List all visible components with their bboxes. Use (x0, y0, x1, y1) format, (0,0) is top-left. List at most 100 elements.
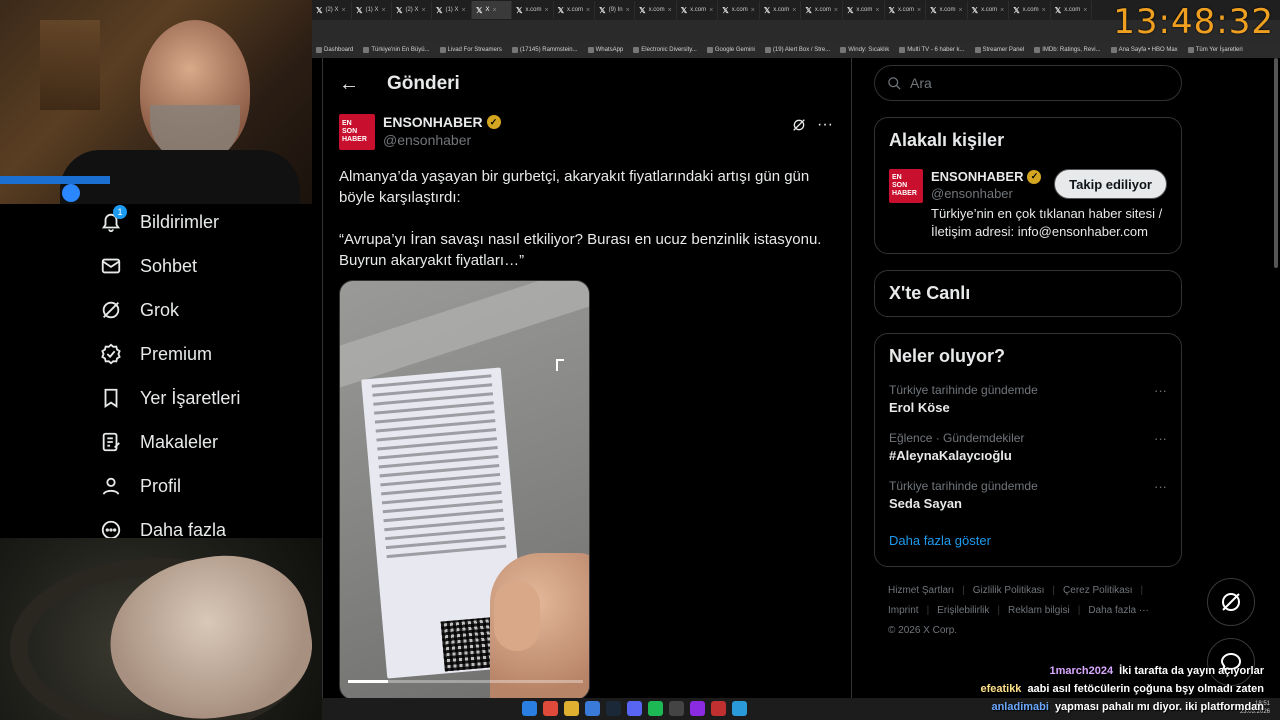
browser-tab[interactable]: 𝕏 (9) In × (595, 1, 636, 19)
tab-close-icon[interactable]: × (492, 7, 496, 14)
footer-link[interactable]: Imprint (888, 601, 919, 621)
tab-close-icon[interactable]: × (626, 7, 630, 14)
trend-more-icon[interactable]: ··· (1154, 383, 1167, 398)
trend-item[interactable]: Türkiye tarihinde gündemde Erol Köse ··· (889, 383, 1167, 415)
tab-close-icon[interactable]: × (421, 7, 425, 14)
app-icon[interactable] (732, 701, 747, 716)
tab-close-icon[interactable]: × (381, 7, 385, 14)
browser-tab[interactable]: 𝕏x.com × (554, 1, 596, 19)
grok-fab-button[interactable] (1207, 578, 1255, 626)
browser-tab[interactable]: 𝕏x.com × (760, 1, 802, 19)
bookmark-item[interactable]: WhatsApp (587, 47, 623, 53)
page-scrollbar[interactable] (1274, 58, 1278, 268)
tab-close-icon[interactable]: × (544, 7, 548, 14)
chrome-icon[interactable] (543, 701, 558, 716)
browser-tab[interactable]: 𝕏x.com × (1009, 1, 1051, 19)
tab-close-icon[interactable]: × (875, 7, 879, 14)
trend-more-icon[interactable]: ··· (1154, 431, 1167, 446)
browser-tab[interactable]: 𝕏x.com × (885, 1, 927, 19)
author-handle[interactable]: @ensonhaber (383, 132, 501, 148)
tab-close-icon[interactable]: × (1083, 7, 1087, 14)
browser-tab[interactable]: 𝕏x.com × (635, 1, 677, 19)
footer-link[interactable]: Hizmet Şartları (888, 581, 954, 601)
tab-close-icon[interactable]: × (792, 7, 796, 14)
grok-explain-icon[interactable] (791, 117, 807, 133)
footer-link[interactable]: Gizlilik Politikası (973, 581, 1045, 601)
back-arrow-icon[interactable]: ← (339, 73, 359, 96)
bookmark-item[interactable]: Livad For Streamers (439, 47, 502, 53)
spotify-icon[interactable] (648, 701, 663, 716)
sidebar-item-articles[interactable]: Makaleler (90, 420, 322, 464)
browser-tab[interactable]: 𝕏x.com × (968, 1, 1010, 19)
footer-link[interactable]: Erişilebilirlik (937, 601, 989, 621)
trend-item[interactable]: Türkiye tarihinde gündemde Seda Sayan ··… (889, 479, 1167, 511)
browser-tab[interactable]: 𝕏 (2) X × (312, 1, 352, 19)
footer-link[interactable]: Daha fazla ··· (1088, 601, 1149, 621)
bookmark-item[interactable]: Türkiye'nin En Büyü... (363, 47, 430, 53)
following-button[interactable]: Takip ediliyor (1054, 169, 1167, 199)
tab-close-icon[interactable]: × (1042, 7, 1046, 14)
bookmark-item[interactable]: Multi TV - 6 haber k... (899, 47, 965, 53)
bookmark-item[interactable]: (19) Alert Box / Stre... (764, 47, 830, 53)
footer-link[interactable]: Çerez Politikası (1063, 581, 1132, 601)
sidebar-item-profile[interactable]: Profil (90, 464, 322, 508)
post-video[interactable] (339, 280, 590, 698)
browser-tab[interactable]: 𝕏 (1) X × (432, 1, 472, 19)
discord-icon[interactable] (627, 701, 642, 716)
sidebar-item-chat[interactable]: Sohbet (90, 244, 322, 288)
ensonhaber-logo[interactable]: EN SON HABER (339, 114, 375, 150)
windows-start-icon[interactable] (522, 701, 537, 716)
tab-close-icon[interactable]: × (586, 7, 590, 14)
steam-icon[interactable] (606, 701, 621, 716)
browser-tab[interactable]: 𝕏x.com × (677, 1, 719, 19)
show-more-link[interactable]: Daha fazla göster (889, 533, 1167, 548)
browser-tab[interactable]: 𝕏x.com × (926, 1, 968, 19)
browser-tab[interactable]: 𝕏x.com × (1051, 1, 1093, 19)
bookmark-item[interactable]: Tüm Yer İşaretleri (1187, 47, 1243, 53)
app-icon[interactable] (711, 701, 726, 716)
tab-close-icon[interactable]: × (834, 7, 838, 14)
file-explorer-icon[interactable] (564, 701, 579, 716)
browser-tab[interactable]: 𝕏x.com × (801, 1, 843, 19)
stream-clock: 13:48:32 (1113, 2, 1274, 42)
tab-close-icon[interactable]: × (917, 7, 921, 14)
sidebar-item-grok[interactable]: Grok (90, 288, 322, 332)
sidebar-item-premium[interactable]: Premium (90, 332, 322, 376)
sidebar-item-notifications[interactable]: 1 Bildirimler (90, 200, 322, 244)
sidebar-item-bookmarks[interactable]: Yer İşaretleri (90, 376, 322, 420)
app-icon[interactable] (690, 701, 705, 716)
tab-close-icon[interactable]: × (959, 7, 963, 14)
trend-more-icon[interactable]: ··· (1154, 479, 1167, 494)
browser-tab[interactable]: 𝕏x.com × (512, 1, 554, 19)
bookmark-item[interactable]: IMDb: Ratings, Revi... (1034, 47, 1101, 53)
search-input[interactable]: Ara (874, 65, 1182, 101)
bookmark-item[interactable]: Google Gemini (706, 47, 755, 53)
x-live-card[interactable]: X'te Canlı (874, 270, 1182, 317)
browser-tab[interactable]: 𝕏x.com × (843, 1, 885, 19)
x-logo-icon: 𝕏 (930, 5, 937, 15)
bookmark-item[interactable]: Electronic Diversity... (633, 47, 697, 53)
tab-close-icon[interactable]: × (709, 7, 713, 14)
browser-tab[interactable]: 𝕏x.com × (718, 1, 760, 19)
more-options-icon[interactable]: ··· (817, 116, 833, 134)
browser-tab[interactable]: 𝕏 (2) X × (392, 1, 432, 19)
tab-close-icon[interactable]: × (1000, 7, 1004, 14)
trend-item[interactable]: Eğlence · Gündemdekiler #AleynaKalaycıoğ… (889, 431, 1167, 463)
footer-link[interactable]: Reklam bilgisi (1008, 601, 1070, 621)
browser-tab[interactable]: 𝕏 X × (472, 1, 512, 19)
tab-close-icon[interactable]: × (668, 7, 672, 14)
browser-tab[interactable]: 𝕏 (1) X × (352, 1, 392, 19)
tab-close-icon[interactable]: × (461, 7, 465, 14)
author-display-name[interactable]: ENSONHABER (383, 114, 483, 130)
bookmark-item[interactable]: Ana Sayfa • HBO Max (1110, 47, 1178, 53)
bookmark-item[interactable]: Windy: Sıcaklık (840, 47, 889, 53)
video-progress-bar[interactable] (348, 680, 583, 683)
bookmark-item[interactable]: Dashboard (316, 47, 353, 53)
bookmark-item[interactable]: Streamer Panel (974, 47, 1024, 53)
related-person[interactable]: EN SON HABER ENSONHABER ✓ @ensonhaber Tü… (889, 169, 1167, 241)
app-icon[interactable] (585, 701, 600, 716)
bookmark-item[interactable]: (17145) Rammstein... (511, 47, 578, 53)
tab-close-icon[interactable]: × (751, 7, 755, 14)
app-icon[interactable] (669, 701, 684, 716)
tab-close-icon[interactable]: × (341, 7, 345, 14)
